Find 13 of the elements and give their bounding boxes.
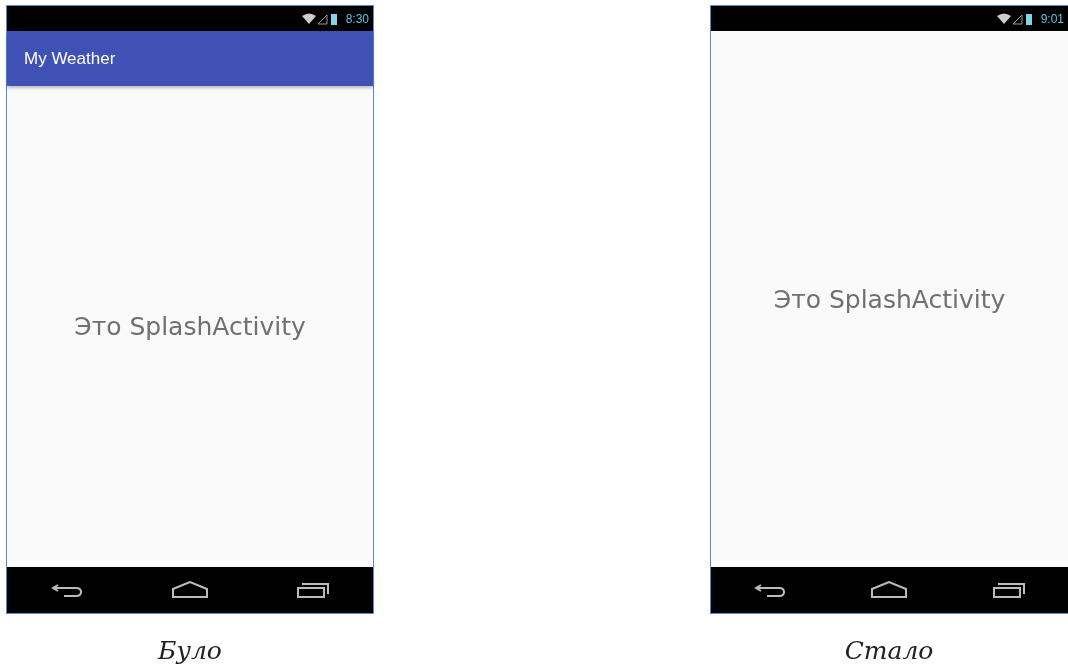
home-icon[interactable] xyxy=(171,581,209,599)
app-title: My Weather xyxy=(24,48,116,69)
back-icon[interactable] xyxy=(752,581,787,599)
body-text: Это SplashActivity xyxy=(773,284,1006,314)
figure-caption: Стало xyxy=(844,636,934,665)
back-icon[interactable] xyxy=(50,581,85,599)
status-time: 9:01 xyxy=(1040,11,1064,26)
status-time: 8:30 xyxy=(345,11,369,26)
recents-icon[interactable] xyxy=(295,581,330,599)
home-icon[interactable] xyxy=(870,581,909,599)
body-text: Это SplashActivity xyxy=(74,312,306,341)
recents-icon[interactable] xyxy=(992,581,1027,599)
figure-caption: Було xyxy=(158,636,222,665)
